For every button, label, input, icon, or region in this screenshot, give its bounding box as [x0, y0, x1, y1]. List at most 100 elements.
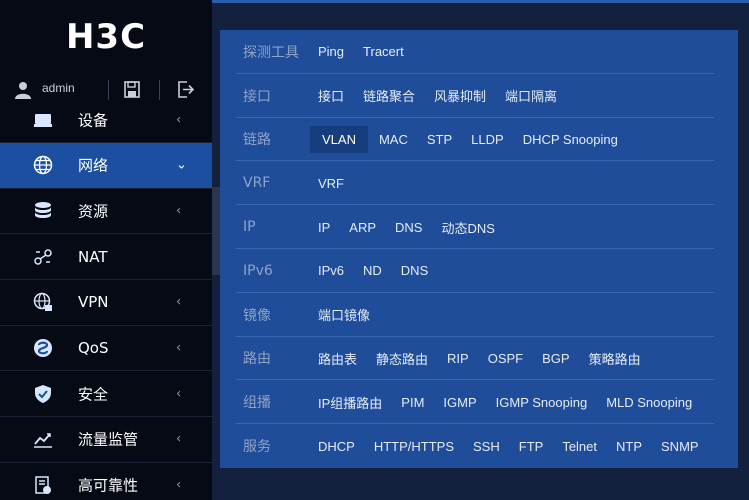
qos-icon: [34, 339, 52, 358]
menu-row-services: 服务 DHCP HTTP/HTTPS SSH FTP Telnet NTP SN…: [220, 424, 738, 468]
row-items: DHCP HTTP/HTTPS SSH FTP Telnet NTP SNMP: [310, 434, 710, 459]
database-icon: [35, 202, 51, 219]
row-label: 组播: [243, 395, 271, 412]
menu-link-ping[interactable]: Ping: [310, 39, 352, 64]
menu-link-http-https[interactable]: HTTP/HTTPS: [366, 434, 462, 459]
row-label: 服务: [243, 439, 271, 456]
row-items: IP ARP DNS 动态DNS: [310, 213, 506, 242]
sidebar-item-device[interactable]: 设备 ‹: [0, 98, 212, 143]
menu-row-interface: 接口 接口 链路聚合 风暴抑制 端口隔离: [220, 74, 738, 118]
menu-link-mld-snooping[interactable]: MLD Snooping: [598, 390, 700, 415]
menu-row-ipv6: IPv6 IPv6 ND DNS: [220, 249, 738, 293]
menu-link-dns-v6[interactable]: DNS: [393, 258, 436, 283]
logo-text: H3C: [65, 17, 147, 57]
chevron-left-icon: ‹: [176, 431, 182, 447]
menu-link-storm-control[interactable]: 风暴抑制: [426, 81, 494, 110]
sidebar-item-label: QoS: [78, 339, 109, 358]
shield-icon: [35, 384, 51, 403]
chevron-left-icon: ‹: [176, 386, 182, 402]
reliability-icon: [35, 476, 51, 495]
menu-link-tracert[interactable]: Tracert: [355, 39, 412, 64]
menu-link-arp[interactable]: ARP: [341, 215, 384, 240]
row-label: 镜像: [243, 307, 271, 324]
menu-link-vrf[interactable]: VRF: [310, 171, 352, 196]
vpn-globe-icon: [33, 293, 52, 312]
sidebar-item-reliability[interactable]: 高可靠性 ‹: [0, 463, 212, 500]
menu-link-dynamic-dns[interactable]: 动态DNS: [433, 213, 502, 242]
menu-row-ip: IP IP ARP DNS 动态DNS: [220, 205, 738, 249]
menu-link-ip[interactable]: IP: [310, 215, 338, 240]
menu-link-dns[interactable]: DNS: [387, 215, 430, 240]
menu-link-vlan[interactable]: VLAN: [310, 125, 368, 153]
row-items: VRF: [310, 171, 355, 196]
row-items: VLAN MAC STP LLDP DHCP Snooping: [310, 125, 629, 153]
menu-link-interface[interactable]: 接口: [310, 81, 352, 110]
sidebar-menu: 设备 ‹ 网络 ⌄ 资源 ‹ NAT VPN ‹ QoS ‹ 安全 ‹ 流量监管…: [0, 98, 212, 500]
menu-link-lldp[interactable]: LLDP: [463, 127, 512, 152]
row-label: IPv6: [243, 262, 273, 279]
save-icon[interactable]: [124, 81, 140, 98]
menu-link-ipv6[interactable]: IPv6: [310, 258, 352, 283]
menu-link-ip-multicast-routing[interactable]: IP组播路由: [310, 388, 390, 417]
menu-link-snmp[interactable]: SNMP: [653, 434, 707, 459]
menu-link-mac[interactable]: MAC: [371, 127, 416, 152]
sidebar-item-label: VPN: [78, 293, 109, 312]
menu-link-link-aggregation[interactable]: 链路聚合: [355, 81, 423, 110]
chevron-left-icon: ‹: [176, 203, 182, 219]
username: admin: [42, 81, 75, 95]
sidebar-item-label: 高可靠性: [78, 476, 139, 495]
sidebar-item-qos[interactable]: QoS ‹: [0, 326, 212, 372]
menu-link-igmp-snooping[interactable]: IGMP Snooping: [488, 390, 596, 415]
row-items: 路由表 静态路由 RIP OSPF BGP 策略路由: [310, 344, 652, 373]
row-items: 接口 链路聚合 风暴抑制 端口隔离: [310, 81, 568, 110]
menu-link-static-route[interactable]: 静态路由: [368, 344, 436, 373]
menu-link-rip[interactable]: RIP: [439, 346, 477, 371]
menu-link-dhcp[interactable]: DHCP: [310, 434, 363, 459]
sidebar-item-traffic[interactable]: 流量监管 ‹: [0, 417, 212, 463]
chevron-left-icon: ‹: [176, 477, 182, 493]
menu-link-ftp[interactable]: FTP: [511, 434, 552, 459]
divider: [159, 80, 160, 100]
menu-link-policy-routing[interactable]: 策略路由: [581, 344, 649, 373]
row-label: 探测工具: [243, 44, 299, 61]
user-icon: [15, 82, 31, 99]
logout-icon[interactable]: [178, 81, 194, 98]
divider: [108, 80, 109, 100]
chevron-down-icon: ⌄: [176, 157, 187, 173]
row-label: IP: [243, 219, 256, 236]
menu-link-dhcp-snooping[interactable]: DHCP Snooping: [515, 127, 626, 152]
chevron-left-icon: ‹: [176, 112, 182, 128]
row-label: 链路: [243, 132, 271, 149]
menu-row-multicast: 组播 IP组播路由 PIM IGMP IGMP Snooping MLD Sno…: [220, 380, 738, 425]
menu-row-vrf: VRF VRF: [220, 161, 738, 206]
sidebar-item-label: 安全: [78, 385, 109, 404]
globe-icon: [33, 156, 53, 175]
row-label: 接口: [243, 88, 271, 105]
row-label: VRF: [243, 175, 271, 192]
menu-link-igmp[interactable]: IGMP: [435, 390, 484, 415]
menu-link-telnet[interactable]: Telnet: [554, 434, 605, 459]
menu-link-routing-table[interactable]: 路由表: [310, 344, 365, 373]
sidebar-item-vpn[interactable]: VPN ‹: [0, 280, 212, 326]
menu-link-stp[interactable]: STP: [419, 127, 460, 152]
sidebar-item-network[interactable]: 网络 ⌄: [0, 143, 212, 189]
sidebar-item-nat[interactable]: NAT: [0, 234, 212, 281]
chevron-left-icon: ‹: [176, 340, 182, 356]
menu-link-ospf[interactable]: OSPF: [480, 346, 531, 371]
brand-logo: H3C: [0, 0, 212, 74]
row-items: 端口镜像: [310, 300, 381, 329]
menu-row-probe: 探测工具 Ping Tracert: [220, 30, 738, 74]
sidebar-item-label: 网络: [78, 156, 109, 175]
sidebar-item-resources[interactable]: 资源 ‹: [0, 189, 212, 235]
menu-row-routing: 路由 路由表 静态路由 RIP OSPF BGP 策略路由: [220, 337, 738, 381]
menu-link-nd[interactable]: ND: [355, 258, 390, 283]
menu-link-bgp[interactable]: BGP: [534, 346, 577, 371]
network-menu-panel: 探测工具 Ping Tracert 接口 接口 链路聚合 风暴抑制 端口隔离 链…: [220, 30, 738, 468]
sidebar-item-security[interactable]: 安全 ‹: [0, 371, 212, 418]
menu-link-port-isolation[interactable]: 端口隔离: [497, 81, 565, 110]
menu-link-port-mirroring[interactable]: 端口镜像: [310, 300, 378, 329]
sidebar-item-label: 资源: [78, 202, 109, 221]
menu-link-ntp[interactable]: NTP: [608, 434, 650, 459]
menu-link-ssh[interactable]: SSH: [465, 434, 508, 459]
menu-link-pim[interactable]: PIM: [393, 390, 432, 415]
